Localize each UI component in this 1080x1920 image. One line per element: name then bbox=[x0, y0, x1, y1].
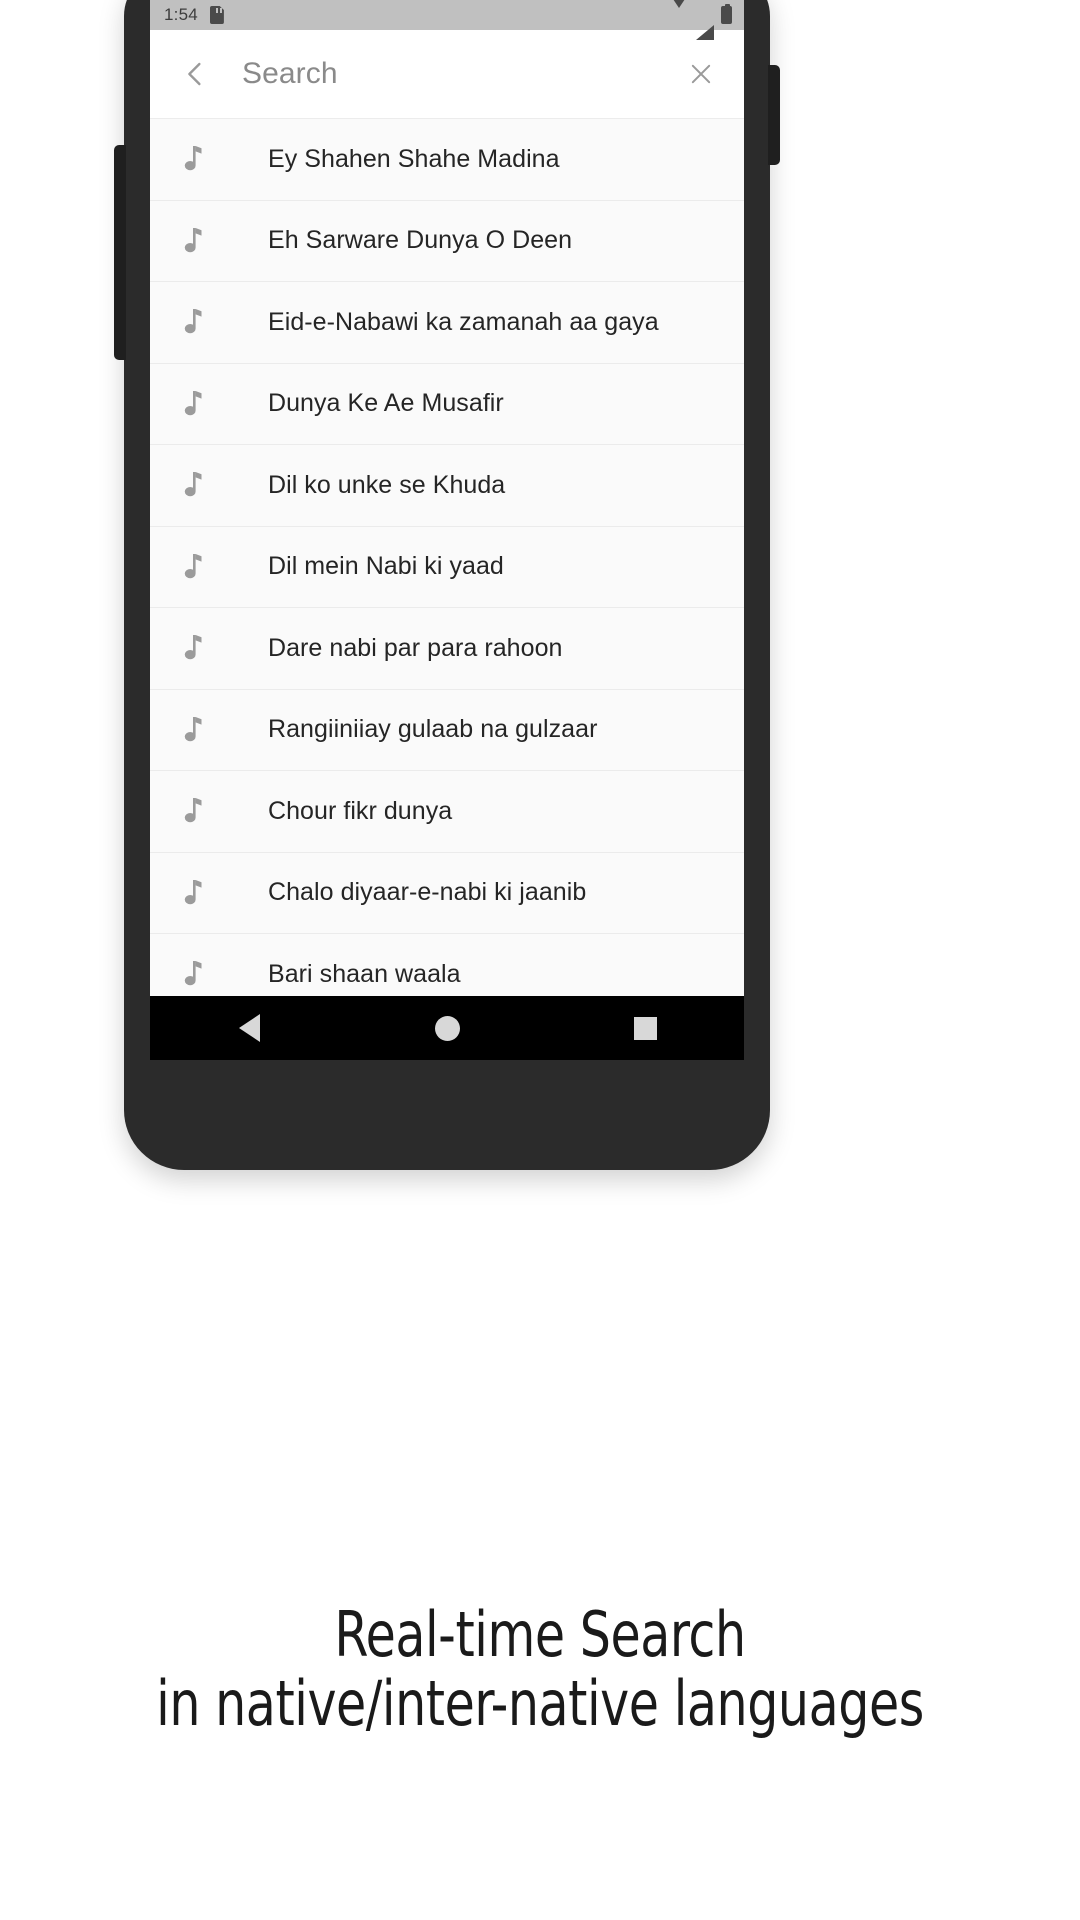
music-note-icon bbox=[180, 553, 206, 581]
result-title: Dil mein Nabi ki yaad bbox=[268, 552, 504, 581]
caption-line-1: Real-time Search bbox=[334, 1598, 746, 1671]
recents-square-icon bbox=[633, 1016, 657, 1040]
status-right-icons bbox=[669, 0, 732, 40]
result-title: Ey Shahen Shahe Madina bbox=[268, 144, 560, 173]
table-row[interactable]: Eid-e-Nabawi ka zamanah aa gaya bbox=[150, 282, 744, 364]
music-note-icon bbox=[180, 145, 206, 173]
screenshot-stage: 1:54 Search Ey Shahen Shahe Madina Eh Sa… bbox=[0, 0, 1080, 1920]
music-note-icon bbox=[180, 960, 206, 988]
phone-screen: 1:54 Search Ey Shahen Shahe Madina Eh Sa… bbox=[150, 0, 744, 1060]
android-navigation-bar bbox=[150, 996, 744, 1060]
music-note-icon bbox=[180, 390, 206, 418]
music-note-icon bbox=[180, 308, 206, 336]
music-note-icon bbox=[180, 634, 206, 662]
sd-card-icon bbox=[209, 6, 224, 24]
result-title: Dare nabi par para rahoon bbox=[268, 633, 563, 662]
close-x-icon bbox=[691, 64, 711, 84]
result-title: Chour fikr dunya bbox=[268, 796, 453, 825]
music-note-icon bbox=[180, 227, 206, 255]
home-circle-icon bbox=[434, 1015, 460, 1041]
back-chevron-icon bbox=[188, 62, 201, 86]
nav-home-button[interactable] bbox=[348, 1015, 546, 1041]
table-row[interactable]: Dil ko unke se Khuda bbox=[150, 445, 744, 527]
status-left-icons bbox=[209, 6, 224, 24]
nav-back-button[interactable] bbox=[150, 1014, 348, 1042]
table-row[interactable]: Chalo diyaar-e-nabi ki jaanib bbox=[150, 852, 744, 934]
caption-line-2: in native/inter-native languages bbox=[156, 1667, 924, 1741]
result-title: Bari shaan waala bbox=[268, 959, 461, 988]
music-note-icon bbox=[180, 716, 206, 744]
promo-caption: Real-time Search in native/inter-native … bbox=[65, 1600, 1015, 1739]
result-title: Eh Sarware Dunya O Deen bbox=[268, 226, 573, 255]
music-note-icon bbox=[180, 797, 206, 825]
music-note-icon bbox=[180, 879, 206, 907]
result-title: Dil ko unke se Khuda bbox=[268, 470, 506, 499]
power-button[interactable] bbox=[768, 65, 780, 165]
wifi-icon bbox=[669, 0, 689, 25]
status-bar: 1:54 bbox=[150, 0, 744, 40]
search-title: Search bbox=[242, 57, 338, 90]
back-triangle-icon bbox=[238, 1014, 260, 1042]
result-title: Dunya Ke Ae Musafir bbox=[268, 389, 504, 418]
clear-search-button[interactable] bbox=[680, 53, 722, 95]
nav-recents-button[interactable] bbox=[546, 1016, 744, 1040]
result-title: Chalo diyaar-e-nabi ki jaanib bbox=[268, 878, 587, 907]
search-app-bar: Search bbox=[150, 30, 744, 118]
result-title: Eid-e-Nabawi ka zamanah aa gaya bbox=[268, 307, 659, 336]
table-row[interactable]: Eh Sarware Dunya O Deen bbox=[150, 200, 744, 282]
cellular-signal-icon bbox=[696, 7, 714, 40]
battery-icon bbox=[721, 4, 732, 24]
back-button[interactable] bbox=[174, 53, 216, 95]
result-title: Rangiiniiay gulaab na gulzaar bbox=[268, 715, 598, 744]
search-results-list[interactable]: Ey Shahen Shahe Madina Eh Sarware Dunya … bbox=[150, 118, 744, 1016]
table-row[interactable]: Dil mein Nabi ki yaad bbox=[150, 526, 744, 608]
table-row[interactable]: Rangiiniiay gulaab na gulzaar bbox=[150, 689, 744, 771]
table-row[interactable]: Ey Shahen Shahe Madina bbox=[150, 119, 744, 201]
table-row[interactable]: Dare nabi par para rahoon bbox=[150, 608, 744, 690]
table-row[interactable]: Chour fikr dunya bbox=[150, 771, 744, 853]
table-row[interactable]: Dunya Ke Ae Musafir bbox=[150, 363, 744, 445]
volume-button[interactable] bbox=[114, 145, 126, 360]
music-note-icon bbox=[180, 471, 206, 499]
status-time: 1:54 bbox=[164, 5, 198, 24]
